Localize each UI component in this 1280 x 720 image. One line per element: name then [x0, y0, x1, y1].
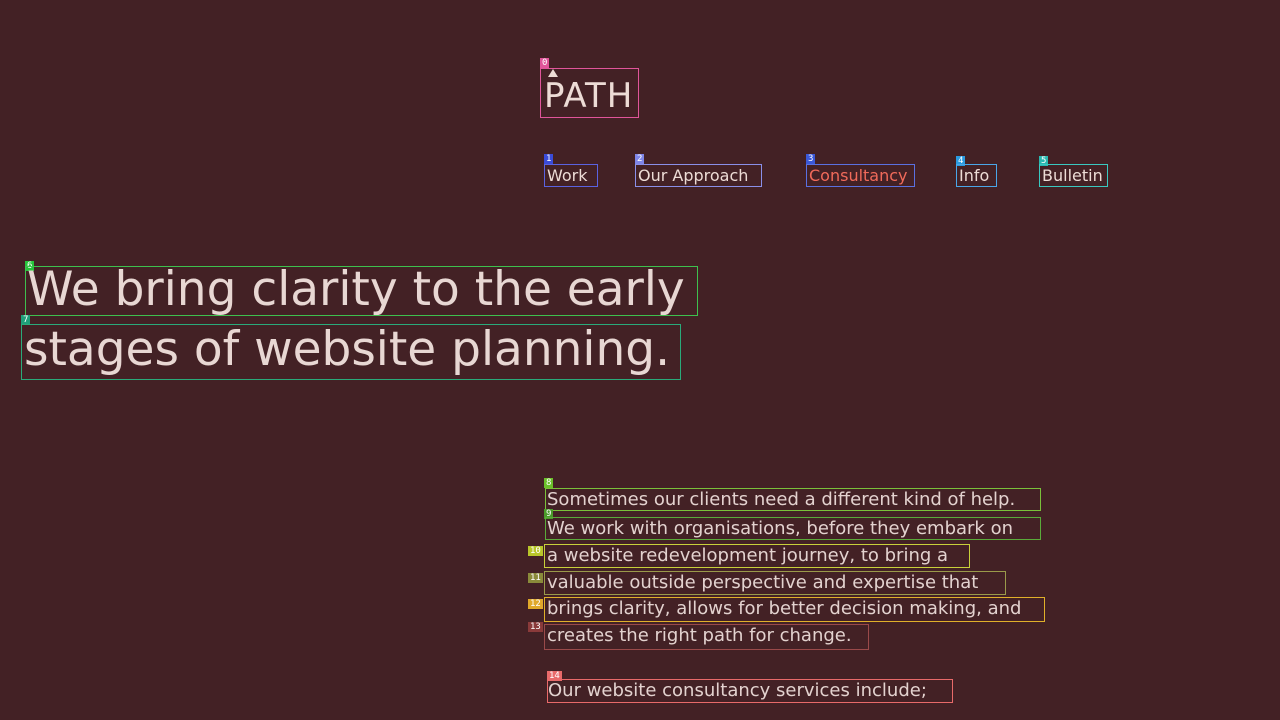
- hero-heading-line-2: stages of website planning.: [21, 324, 681, 380]
- badge-8: 8: [544, 478, 554, 488]
- badge-0: 0: [540, 58, 550, 68]
- nav-work[interactable]: Work: [544, 164, 598, 187]
- intro-line-5: brings clarity, allows for better decisi…: [544, 597, 1045, 622]
- nav-consultancy[interactable]: Consultancy: [806, 164, 915, 187]
- hero-heading-line-1: We bring clarity to the early: [25, 266, 698, 316]
- badge-3: 3: [806, 154, 816, 164]
- intro-line-2: We work with organisations, before they …: [545, 517, 1041, 540]
- intro-line-3: a website redevelopment journey, to brin…: [544, 544, 970, 568]
- intro-line-4: valuable outside perspective and experti…: [544, 571, 1006, 595]
- nav-our-approach[interactable]: Our Approach: [635, 164, 762, 187]
- logo-text: PATH: [544, 76, 634, 116]
- services-intro: Our website consultancy services include…: [547, 679, 953, 703]
- badge-12: 12: [528, 599, 543, 609]
- intro-line-6: creates the right path for change.: [544, 624, 869, 650]
- badge-10: 10: [528, 546, 543, 556]
- intro-line-1: Sometimes our clients need a different k…: [545, 488, 1041, 511]
- nav-bulletin[interactable]: Bulletin: [1039, 164, 1108, 187]
- nav-info[interactable]: Info: [956, 164, 997, 187]
- badge-11: 11: [528, 573, 543, 583]
- badge-1: 1: [544, 154, 554, 164]
- page: 0 PATH 1 Work 2 Our Approach 3 Consultan…: [0, 0, 1280, 720]
- badge-2: 2: [635, 154, 645, 164]
- badge-13: 13: [528, 622, 543, 632]
